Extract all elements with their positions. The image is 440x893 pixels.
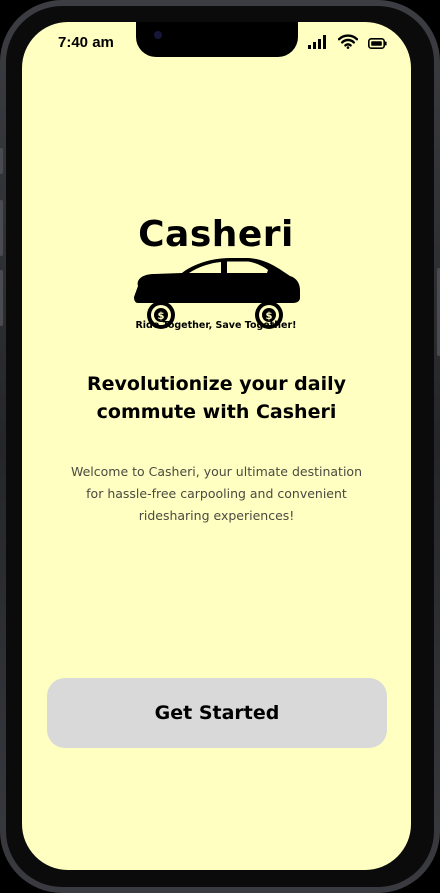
status-time: 7:40 am [58,34,114,51]
casheri-logo: Casheri $ $ Ride Together, Save Together… [130,214,302,338]
headline: Revolutionize your daily commute with Ca… [86,373,347,423]
logo-wordmark: Casheri [138,214,294,255]
get-started-button[interactable]: Get Started [47,678,387,748]
status-icons [308,34,387,53]
signal-icon [308,34,328,53]
logo-tagline: Ride Together, Save Together! [135,320,297,331]
wifi-icon [337,34,359,53]
phone-side-button-left-1 [0,148,3,174]
status-bar: 7:40 am [22,22,411,68]
welcome-description: Welcome to Casheri, your ultimate destin… [70,464,363,523]
phone-frame: 7:40 am Casheri $ $ Ride Together, Save … [0,0,440,893]
phone-side-button-left-2 [0,200,3,256]
app-screen: 7:40 am Casheri $ $ Ride Together, Save … [22,22,411,870]
camera-notch [136,22,298,57]
front-camera-icon [154,31,162,39]
phone-side-button-left-3 [0,270,3,326]
battery-icon [368,34,387,53]
